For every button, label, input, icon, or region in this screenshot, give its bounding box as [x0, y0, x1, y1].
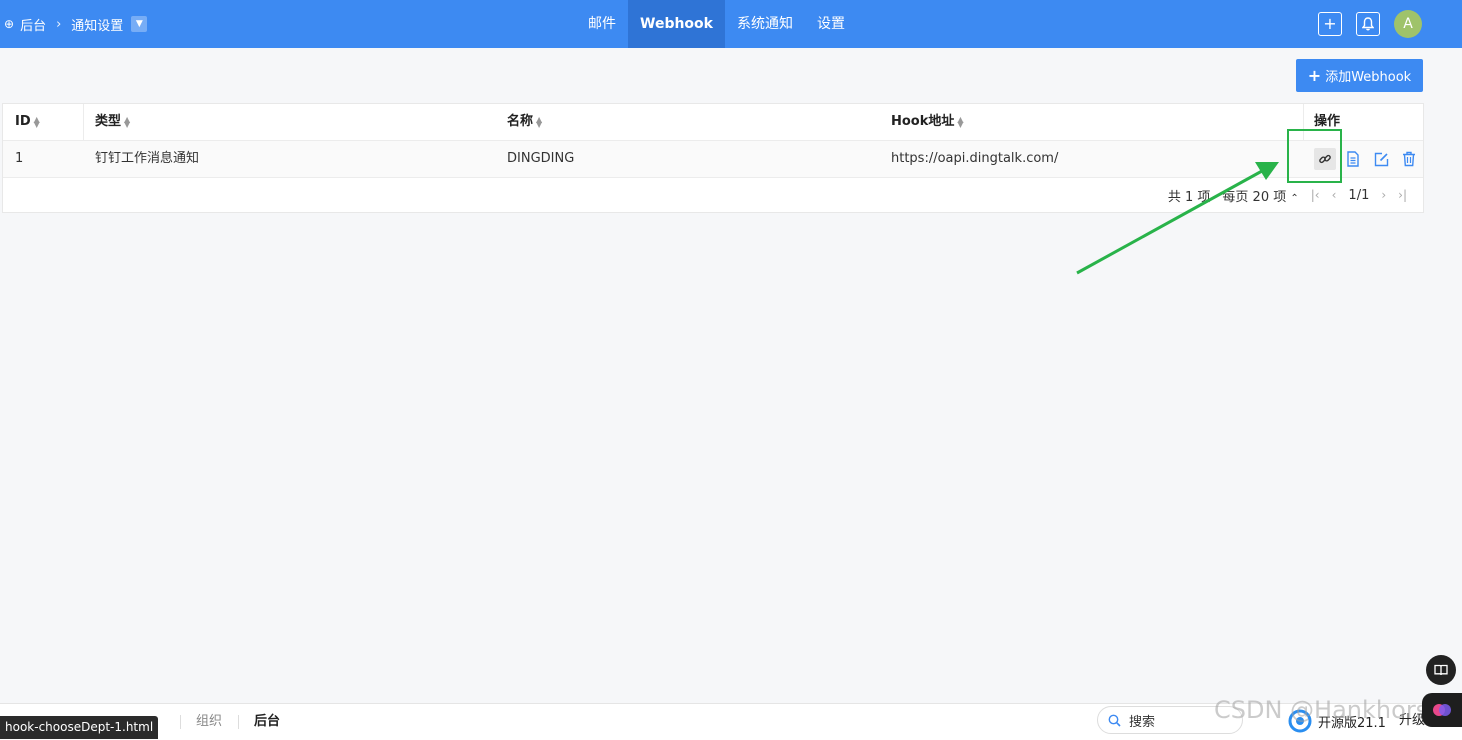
watermark: CSDN @Hankhorse: [1214, 696, 1443, 724]
search-icon: [1108, 714, 1121, 727]
bottom-tab-admin[interactable]: 后台: [254, 704, 280, 740]
divider: [180, 715, 181, 729]
book-icon[interactable]: [1426, 655, 1456, 685]
search-placeholder: 搜索: [1129, 714, 1156, 730]
bottom-tab-org[interactable]: 组织: [196, 704, 222, 740]
annotation-arrow: [1076, 162, 1279, 275]
divider: [238, 715, 239, 729]
status-url: hook-chooseDept-1.html: [0, 716, 159, 739]
app-icon[interactable]: [1422, 693, 1462, 727]
